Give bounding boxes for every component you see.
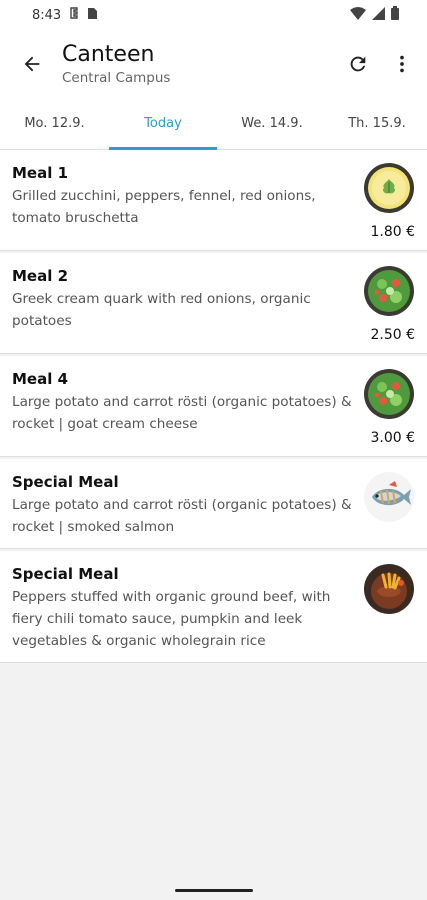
vegan-salad-icon	[364, 369, 414, 419]
meal-price: 2.50 €	[370, 327, 415, 343]
meal-card[interactable]: Meal 2 Greek cream quark with red onions…	[0, 253, 427, 354]
meal-price: 3.00 €	[370, 430, 415, 446]
more-vert-icon	[400, 55, 404, 73]
status-time: 8:43	[32, 7, 62, 23]
meal-description: Large potato and carrot rösti (organic p…	[12, 497, 352, 535]
back-button[interactable]	[18, 50, 46, 78]
gesture-navigation-handle[interactable]	[175, 889, 253, 892]
signal-icon	[372, 6, 385, 24]
meal-description: Grilled zucchini, peppers, fennel, red o…	[12, 188, 316, 226]
meal-name: Meal 1	[12, 164, 69, 182]
wifi-icon	[350, 6, 366, 24]
meal-card[interactable]: Meal 1 Grilled zucchini, peppers, fennel…	[0, 150, 427, 251]
tab-th-15-9[interactable]: Th. 15.9.	[327, 98, 427, 149]
meal-name: Meal 4	[12, 370, 69, 388]
tab-we-14-9[interactable]: We. 14.9.	[217, 98, 327, 149]
meal-card[interactable]: Special Meal Large potato and carrot rös…	[0, 459, 427, 549]
more-options-button[interactable]	[389, 51, 415, 77]
meal-name: Special Meal	[12, 473, 119, 491]
fish-icon	[364, 472, 414, 522]
refresh-button[interactable]	[345, 51, 371, 77]
meal-name: Meal 2	[12, 267, 69, 285]
battery-icon	[391, 6, 399, 24]
day-tabs: Mo. 12.9. Today We. 14.9. Th. 15.9.	[0, 98, 427, 150]
page-subtitle: Central Campus	[62, 70, 171, 86]
arrow-back-icon	[24, 56, 40, 72]
vegan-salad-icon	[364, 266, 414, 316]
sim-card-icon	[87, 7, 98, 24]
vegetarian-plate-icon	[364, 163, 414, 213]
meal-card[interactable]: Special Meal Peppers stuffed with organi…	[0, 551, 427, 663]
meal-card[interactable]: Meal 4 Large potato and carrot rösti (or…	[0, 356, 427, 457]
meal-description: Large potato and carrot rösti (organic p…	[12, 394, 352, 432]
meal-list: Meal 1 Grilled zucchini, peppers, fennel…	[0, 150, 427, 663]
app-bar: Canteen Central Campus	[0, 30, 427, 98]
tab-mo-12-9[interactable]: Mo. 12.9.	[0, 98, 109, 149]
meal-description: Greek cream quark with red onions, organ…	[12, 291, 311, 329]
notification-icon	[69, 6, 79, 24]
tab-today[interactable]: Today	[109, 98, 217, 150]
meat-dish-icon	[364, 564, 414, 614]
page-title: Canteen	[62, 42, 155, 67]
refresh-icon	[350, 56, 366, 72]
meal-price: 1.80 €	[370, 224, 415, 240]
status-bar: 8:43	[0, 0, 427, 30]
meal-description: Peppers stuffed with organic ground beef…	[12, 589, 331, 649]
meal-name: Special Meal	[12, 565, 119, 583]
